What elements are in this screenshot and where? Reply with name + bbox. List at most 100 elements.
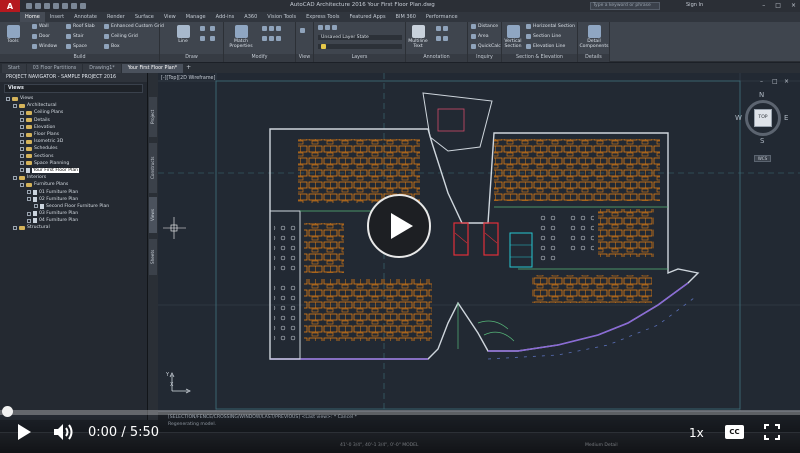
line-button[interactable]: Line bbox=[170, 25, 196, 44]
save-as-icon[interactable] bbox=[53, 3, 59, 9]
minimize-icon[interactable]: – bbox=[762, 2, 765, 9]
distance-button[interactable]: Distance bbox=[471, 24, 498, 29]
tree-item[interactable]: Sections bbox=[6, 153, 147, 160]
side-tab-constructs[interactable]: Constructs bbox=[149, 143, 157, 193]
viewcube[interactable]: TOP N S E W bbox=[735, 91, 789, 145]
circle-button[interactable] bbox=[200, 36, 205, 41]
roof-slab-button[interactable]: Roof Slab bbox=[66, 24, 95, 29]
maximize-icon[interactable]: □ bbox=[775, 2, 781, 9]
ribbon-tab-surface[interactable]: Surface bbox=[130, 12, 159, 22]
open-file-icon[interactable] bbox=[35, 3, 41, 9]
box-button[interactable]: Box bbox=[104, 44, 120, 49]
ribbon-tab-express-tools[interactable]: Express Tools bbox=[301, 12, 344, 22]
closed-captions-button[interactable]: CC bbox=[725, 425, 744, 439]
viewport-restore-icon[interactable]: □ bbox=[772, 78, 778, 85]
undo-icon[interactable] bbox=[71, 3, 77, 9]
arc-button[interactable] bbox=[210, 26, 215, 31]
horizontal-section-button[interactable]: Horizontal Section bbox=[526, 24, 575, 29]
multiline-text-button[interactable]: Multiline Text bbox=[406, 25, 430, 49]
tree-item[interactable]: Your First Floor Plan bbox=[6, 167, 147, 174]
tree-item[interactable]: Furniture Plans bbox=[6, 181, 147, 188]
close-icon[interactable]: × bbox=[791, 2, 796, 9]
playback-speed-button[interactable]: 1x bbox=[689, 426, 704, 440]
view-tools[interactable] bbox=[300, 28, 305, 33]
views-header[interactable]: Views bbox=[4, 84, 143, 93]
video-play-button[interactable] bbox=[367, 194, 431, 258]
print-icon[interactable] bbox=[62, 3, 68, 9]
area-button[interactable]: Area bbox=[471, 34, 489, 39]
quickcalc-button[interactable]: QuickCalc bbox=[471, 44, 501, 49]
file-tab-start[interactable]: Start bbox=[2, 64, 26, 73]
section-line-button[interactable]: Section Line bbox=[526, 34, 561, 39]
expand-toggle-icon[interactable] bbox=[6, 96, 10, 101]
side-tab-sheets[interactable]: Sheets bbox=[149, 239, 157, 275]
tree-item[interactable]: Elevation bbox=[6, 124, 147, 131]
tree-item[interactable]: Architectural bbox=[6, 102, 147, 109]
move-button[interactable] bbox=[262, 26, 281, 31]
expand-toggle-icon[interactable] bbox=[20, 110, 24, 115]
dimension-button[interactable] bbox=[436, 26, 448, 31]
rectangle-button[interactable] bbox=[210, 36, 215, 41]
stair-button[interactable]: Stair bbox=[66, 34, 84, 39]
tree-item[interactable]: Isometric 3D bbox=[6, 138, 147, 145]
ribbon-tab-a360[interactable]: A360 bbox=[239, 12, 262, 22]
expand-toggle-icon[interactable] bbox=[20, 118, 24, 123]
expand-toggle-icon[interactable] bbox=[27, 211, 31, 216]
side-tab-project[interactable]: Project bbox=[149, 97, 157, 137]
layer-tools[interactable] bbox=[318, 25, 337, 30]
expand-toggle-icon[interactable] bbox=[20, 132, 24, 137]
volume-button[interactable] bbox=[53, 422, 75, 444]
tree-item[interactable]: Schedules bbox=[6, 145, 147, 152]
expand-toggle-icon[interactable] bbox=[27, 197, 31, 202]
tree-item[interactable]: Second Floor Furniture Plan bbox=[6, 203, 147, 210]
video-progress-handle[interactable] bbox=[2, 406, 13, 417]
expand-toggle-icon[interactable] bbox=[13, 103, 17, 108]
viewcube-top-face[interactable]: TOP bbox=[754, 109, 772, 127]
expand-toggle-icon[interactable] bbox=[20, 146, 24, 151]
match-properties-button[interactable]: Match Properties bbox=[226, 25, 256, 49]
expand-toggle-icon[interactable] bbox=[13, 225, 17, 230]
expand-toggle-icon[interactable] bbox=[27, 190, 31, 195]
space-button[interactable]: Space bbox=[66, 44, 87, 49]
expand-toggle-icon[interactable] bbox=[20, 154, 24, 159]
expand-toggle-icon[interactable] bbox=[20, 161, 24, 166]
expand-toggle-icon[interactable] bbox=[13, 175, 17, 180]
ribbon-tab-performance[interactable]: Performance bbox=[421, 12, 463, 22]
ceiling-grid-button[interactable]: Ceiling Grid bbox=[104, 34, 138, 39]
drawing-canvas[interactable] bbox=[158, 73, 800, 413]
ribbon-tab-add-ins[interactable]: Add-ins bbox=[211, 12, 240, 22]
tree-item[interactable]: Floor Plans bbox=[6, 131, 147, 138]
file-tab-floor-partitions[interactable]: 03 Floor Partitions bbox=[26, 64, 83, 73]
tree-item[interactable]: 02 Furniture Plan bbox=[6, 196, 147, 203]
window-button[interactable]: Window bbox=[32, 44, 57, 49]
viewport-close-icon[interactable]: × bbox=[784, 78, 789, 85]
ribbon-tab-manage[interactable]: Manage bbox=[181, 12, 211, 22]
door-button[interactable]: Door bbox=[32, 34, 50, 39]
tree-item[interactable]: Ceiling Plans bbox=[6, 109, 147, 116]
tree-item[interactable]: 01 Furniture Plan bbox=[6, 188, 147, 195]
enhanced-custom-grid-button[interactable]: Enhanced Custom Grid bbox=[104, 24, 164, 29]
elevation-line-button[interactable]: Elevation Line bbox=[526, 44, 565, 49]
fullscreen-button[interactable] bbox=[764, 424, 780, 442]
viewport-minimize-icon[interactable]: – bbox=[760, 78, 763, 85]
ribbon-tab-annotate[interactable]: Annotate bbox=[69, 12, 102, 22]
tools-button[interactable]: Tools bbox=[0, 25, 26, 44]
vertical-section-button[interactable]: Vertical Section bbox=[502, 25, 524, 49]
new-file-icon[interactable] bbox=[26, 3, 32, 9]
expand-toggle-icon[interactable] bbox=[34, 204, 38, 209]
tree-item[interactable]: Structural bbox=[6, 224, 147, 231]
wall-button[interactable]: Wall bbox=[32, 24, 49, 29]
layer-state-dropdown[interactable]: Unsaved Layer State bbox=[318, 35, 402, 40]
sign-in-link[interactable]: Sign In bbox=[686, 2, 703, 8]
ribbon-tab-insert[interactable]: Insert bbox=[45, 12, 69, 22]
file-tab-your-first-floor-plan[interactable]: Your First Floor Plan* bbox=[121, 64, 184, 73]
expand-toggle-icon[interactable] bbox=[20, 182, 24, 187]
video-progress-bar[interactable] bbox=[0, 410, 800, 415]
table-button[interactable] bbox=[436, 36, 448, 41]
tree-item[interactable]: Views bbox=[6, 95, 147, 102]
wcs-menu[interactable]: WCS bbox=[754, 155, 771, 162]
ribbon-tab-bim-360[interactable]: BIM 360 bbox=[391, 12, 421, 22]
ribbon-tab-render[interactable]: Render bbox=[102, 12, 130, 22]
expand-toggle-icon[interactable] bbox=[20, 125, 24, 130]
ribbon-tab-featured-apps[interactable]: Featured Apps bbox=[345, 12, 391, 22]
